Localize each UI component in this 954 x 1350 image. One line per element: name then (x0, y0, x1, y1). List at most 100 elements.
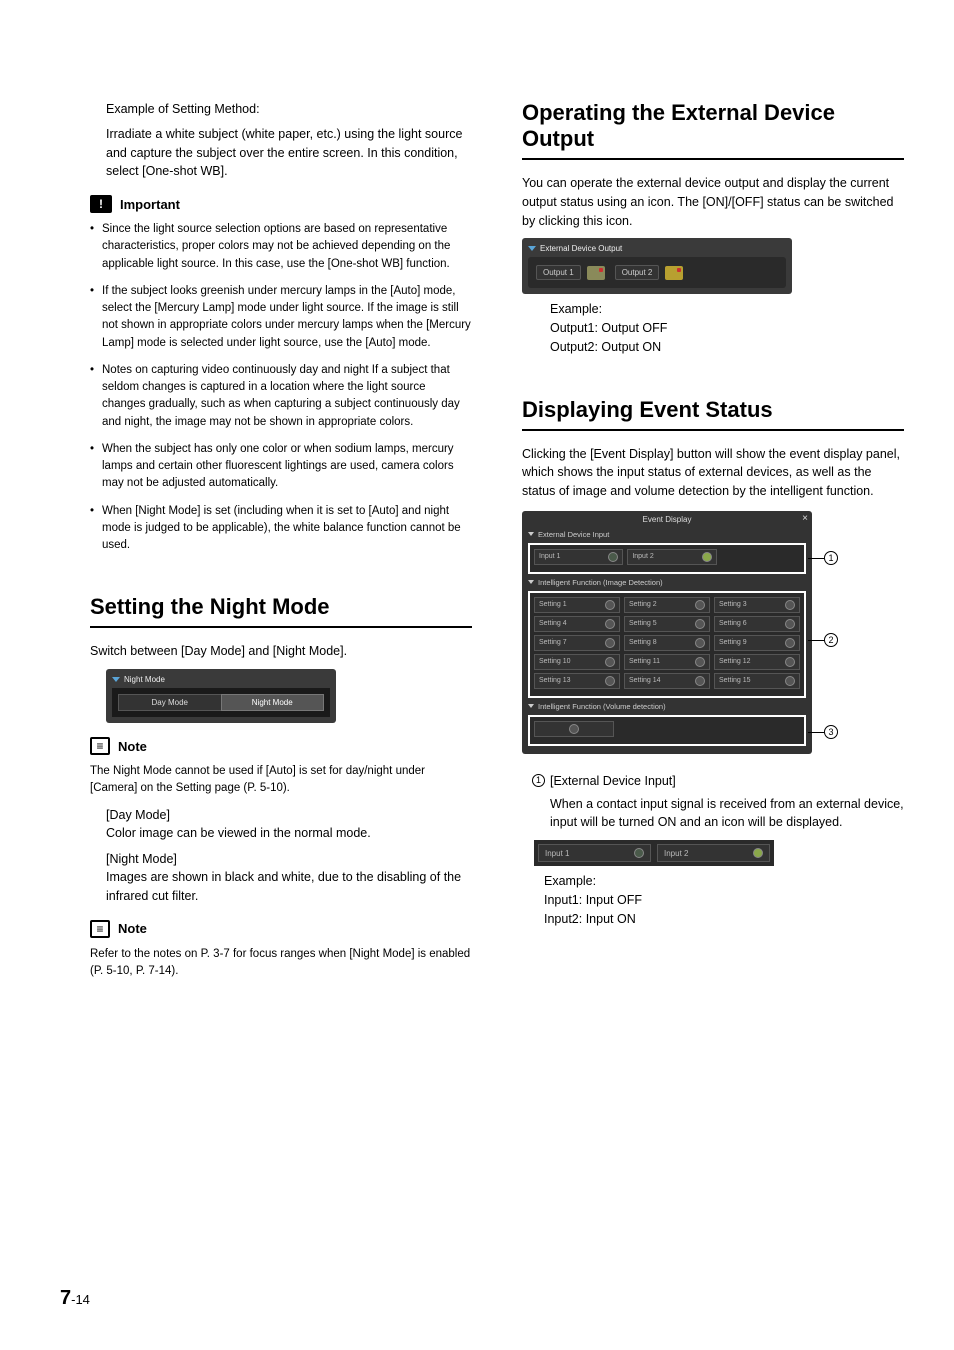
input-example-line: Example: (544, 872, 904, 891)
volume-detect-section: Intelligent Function (Volume detection) (538, 702, 666, 711)
setting-cell: Setting 5 (624, 616, 710, 632)
note-text-2: Refer to the notes on P. 3-7 for focus r… (90, 946, 472, 981)
setting-cell: Setting 2 (624, 597, 710, 613)
callout-3: 3 (824, 725, 838, 739)
setting-label: Setting 5 (629, 620, 657, 627)
example-desc: Irradiate a white subject (white paper, … (90, 125, 472, 181)
setting-cell: Setting 15 (714, 673, 800, 689)
collapse-icon[interactable] (112, 677, 120, 682)
op-intro: You can operate the external device outp… (522, 174, 904, 230)
setting-cell: Setting 3 (714, 597, 800, 613)
ext-input-desc: When a contact input signal is received … (522, 795, 904, 833)
setting-label: Setting 12 (719, 658, 751, 665)
setting-label: Setting 4 (539, 620, 567, 627)
collapse-icon[interactable] (528, 704, 534, 708)
important-bullet: Since the light source selection options… (90, 221, 472, 273)
note-header-2: Note (90, 920, 472, 938)
setting-cell: Setting 8 (624, 635, 710, 651)
input1-status-icon (634, 848, 644, 858)
night-intro: Switch between [Day Mode] and [Night Mod… (90, 642, 472, 661)
setting-indicator (605, 638, 615, 648)
important-bullet: When the subject has only one color or w… (90, 441, 472, 493)
example-label: Example of Setting Method: (90, 100, 472, 119)
op-example-line: Example: (550, 300, 904, 319)
important-bullet: When [Night Mode] is set (including when… (90, 503, 472, 555)
setting-label: Setting 9 (719, 639, 747, 646)
night-panel-title: Night Mode (124, 675, 165, 684)
section-event-status: Displaying Event Status (522, 397, 904, 431)
event-display-panel: Event Display × External Device Input In… (522, 511, 812, 754)
setting-cell: Setting 7 (534, 635, 620, 651)
output1-toggle[interactable] (587, 266, 605, 280)
setting-cell: Setting 11 (624, 654, 710, 670)
setting-indicator (695, 619, 705, 629)
collapse-icon[interactable] (528, 532, 534, 536)
input2-status-icon (753, 848, 763, 858)
input2-status: Input 2 (657, 844, 770, 862)
night-mode-desc: Images are shown in black and white, due… (90, 868, 472, 906)
setting-cell: Setting 10 (534, 654, 620, 670)
setting-indicator (785, 676, 795, 686)
setting-cell: Setting 14 (624, 673, 710, 689)
setting-indicator (605, 676, 615, 686)
input1-status: Input 1 (538, 844, 651, 862)
setting-indicator (785, 600, 795, 610)
setting-indicator (785, 619, 795, 629)
setting-cell: Setting 4 (534, 616, 620, 632)
setting-indicator (695, 600, 705, 610)
setting-label: Setting 2 (629, 601, 657, 608)
night-mode-panel: Night Mode Day Mode Night Mode (106, 669, 336, 723)
setting-label: Setting 7 (539, 639, 567, 646)
output2-label: Output 2 (615, 265, 660, 280)
page-number: 7-14 (60, 1287, 90, 1310)
note-label-2: Note (118, 921, 147, 936)
callout-1: 1 (824, 551, 838, 565)
night-mode-button[interactable]: Night Mode (221, 694, 325, 711)
ext-output-title: External Device Output (540, 244, 622, 253)
section-external-output: Operating the External Device Output (522, 100, 904, 160)
volume-indicator (569, 724, 579, 734)
setting-label: Setting 10 (539, 658, 571, 665)
setting-label: Setting 6 (719, 620, 747, 627)
ext-input-item: 1 [External Device Input] (522, 772, 904, 791)
output1-label: Output 1 (536, 265, 581, 280)
important-bullet: If the subject looks greenish under merc… (90, 283, 472, 352)
setting-label: Setting 3 (719, 601, 747, 608)
image-detect-section: Intelligent Function (Image Detection) (538, 578, 663, 587)
setting-label: Setting 11 (629, 658, 660, 665)
op-example-line: Output1: Output OFF (550, 319, 904, 338)
ev-intro: Clicking the [Event Display] button will… (522, 445, 904, 501)
event-display-title: Event Display (643, 515, 692, 524)
input2-label: Input 2 (632, 553, 653, 560)
collapse-icon[interactable] (528, 580, 534, 584)
output2-toggle[interactable] (665, 266, 683, 280)
day-mode-desc: Color image can be viewed in the normal … (90, 824, 472, 843)
setting-indicator (695, 657, 705, 667)
input-example-line: Input1: Input OFF (544, 891, 904, 910)
setting-label: Setting 13 (539, 677, 571, 684)
day-mode-button[interactable]: Day Mode (118, 694, 221, 711)
section-night-mode: Setting the Night Mode (90, 594, 472, 628)
input1-label: Input 1 (545, 849, 569, 858)
close-icon[interactable]: × (802, 513, 808, 524)
callout-line (808, 558, 824, 559)
note-icon (90, 737, 110, 755)
setting-label: Setting 8 (629, 639, 657, 646)
input-status-strip: Input 1 Input 2 (534, 840, 774, 866)
collapse-icon[interactable] (528, 246, 536, 251)
setting-label: Setting 15 (719, 677, 751, 684)
volume-indicator-cell (534, 721, 614, 737)
day-mode-label: [Day Mode] (90, 808, 472, 822)
input1-label: Input 1 (539, 553, 560, 560)
setting-indicator (785, 657, 795, 667)
input2-indicator (702, 552, 712, 562)
note-label: Note (118, 739, 147, 754)
callout-2: 2 (824, 633, 838, 647)
item-number-1: 1 (532, 774, 545, 787)
setting-indicator (605, 619, 615, 629)
important-header: ! Important (90, 195, 472, 213)
ext-input-label: [External Device Input] (550, 774, 676, 788)
input2-cell: Input 2 (627, 549, 716, 565)
setting-label: Setting 14 (629, 677, 661, 684)
setting-label: Setting 1 (539, 601, 567, 608)
